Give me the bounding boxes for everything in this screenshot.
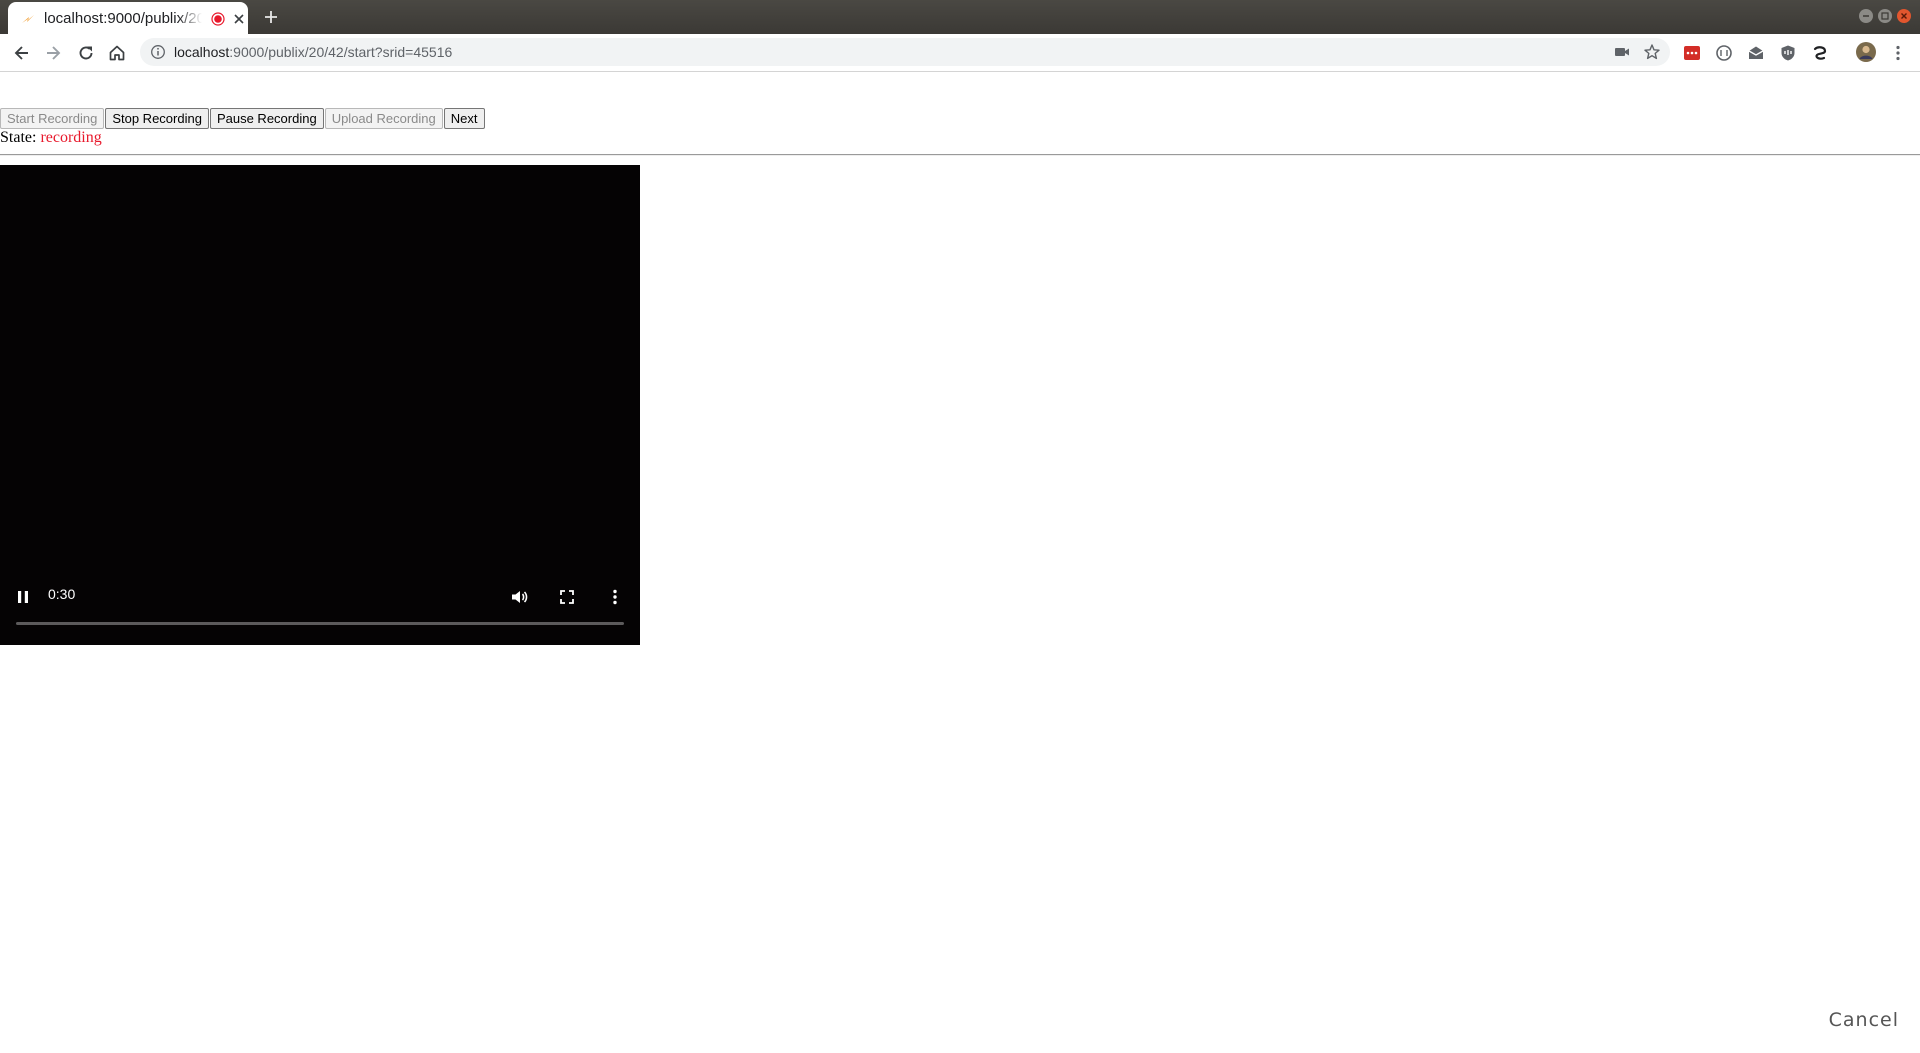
- recording-dot-icon: [211, 12, 225, 26]
- address-bar[interactable]: localhost:9000/publix/20/42/start?srid=4…: [140, 38, 1670, 66]
- divider: [0, 154, 1920, 156]
- volume-icon[interactable]: [509, 587, 529, 607]
- profile-avatar-icon[interactable]: [1855, 41, 1877, 63]
- fullscreen-icon[interactable]: [557, 587, 577, 607]
- browser-titlebar: localhost:9000/publix/20/42/start?srid=4…: [0, 0, 1920, 34]
- kebab-menu-icon[interactable]: [1888, 43, 1908, 63]
- state-value: recording: [40, 129, 102, 146]
- extension-lastpass-icon[interactable]: [1682, 43, 1702, 63]
- cancel-button[interactable]: Cancel: [1829, 1009, 1899, 1031]
- window-maximize-button[interactable]: [1878, 9, 1892, 23]
- reload-icon[interactable]: [76, 43, 96, 63]
- extension-circle-icon[interactable]: [1714, 43, 1734, 63]
- video-current-time: 0:30: [48, 586, 76, 602]
- maximize-icon: [1881, 12, 1889, 20]
- pause-recording-button[interactable]: Pause Recording: [209, 108, 324, 129]
- pause-icon[interactable]: [13, 587, 33, 607]
- browser-toolbar: localhost:9000/publix/20/42/start?srid=4…: [0, 34, 1920, 72]
- extension-swirl-icon[interactable]: [1810, 43, 1830, 63]
- close-icon[interactable]: [231, 11, 247, 27]
- video-progress-track[interactable]: [16, 622, 624, 625]
- extension-shield-icon[interactable]: [1778, 43, 1798, 63]
- url-text[interactable]: localhost:9000/publix/20/42/start?srid=4…: [174, 43, 452, 61]
- url-host: localhost: [174, 44, 230, 60]
- back-arrow-icon[interactable]: [12, 43, 32, 63]
- close-icon: [1901, 13, 1907, 19]
- extension-mail-icon[interactable]: [1746, 43, 1766, 63]
- video-options-icon[interactable]: [605, 587, 625, 607]
- info-icon[interactable]: [150, 44, 166, 60]
- start-recording-button[interactable]: Start Recording: [0, 108, 105, 129]
- forward-arrow-icon[interactable]: [43, 43, 63, 63]
- upload-recording-button[interactable]: Upload Recording: [324, 108, 443, 129]
- minimize-icon: [1863, 15, 1869, 17]
- new-tab-icon[interactable]: [262, 8, 280, 26]
- recording-controls: Start Recording Stop Recording Pause Recor…: [0, 108, 486, 129]
- bookmark-star-icon[interactable]: [1643, 43, 1661, 61]
- lightning-icon: [22, 15, 34, 23]
- recording-state: State: recording: [0, 128, 102, 147]
- state-label: State:: [0, 129, 37, 146]
- url-path: :9000/publix/20/42/start?srid=45516: [229, 44, 453, 60]
- window-close-button[interactable]: [1897, 9, 1911, 23]
- video-preview[interactable]: [0, 165, 640, 645]
- home-icon[interactable]: [107, 43, 127, 63]
- next-button[interactable]: Next: [443, 108, 485, 129]
- camera-in-use-icon[interactable]: [1614, 45, 1630, 59]
- window-minimize-button[interactable]: [1859, 9, 1873, 23]
- tab-title: localhost:9000/publix/20/42/start?srid=4…: [44, 10, 202, 28]
- browser-tab[interactable]: localhost:9000/publix/20/42/start?srid=4…: [8, 2, 248, 34]
- stop-recording-button[interactable]: Stop Recording: [105, 108, 209, 129]
